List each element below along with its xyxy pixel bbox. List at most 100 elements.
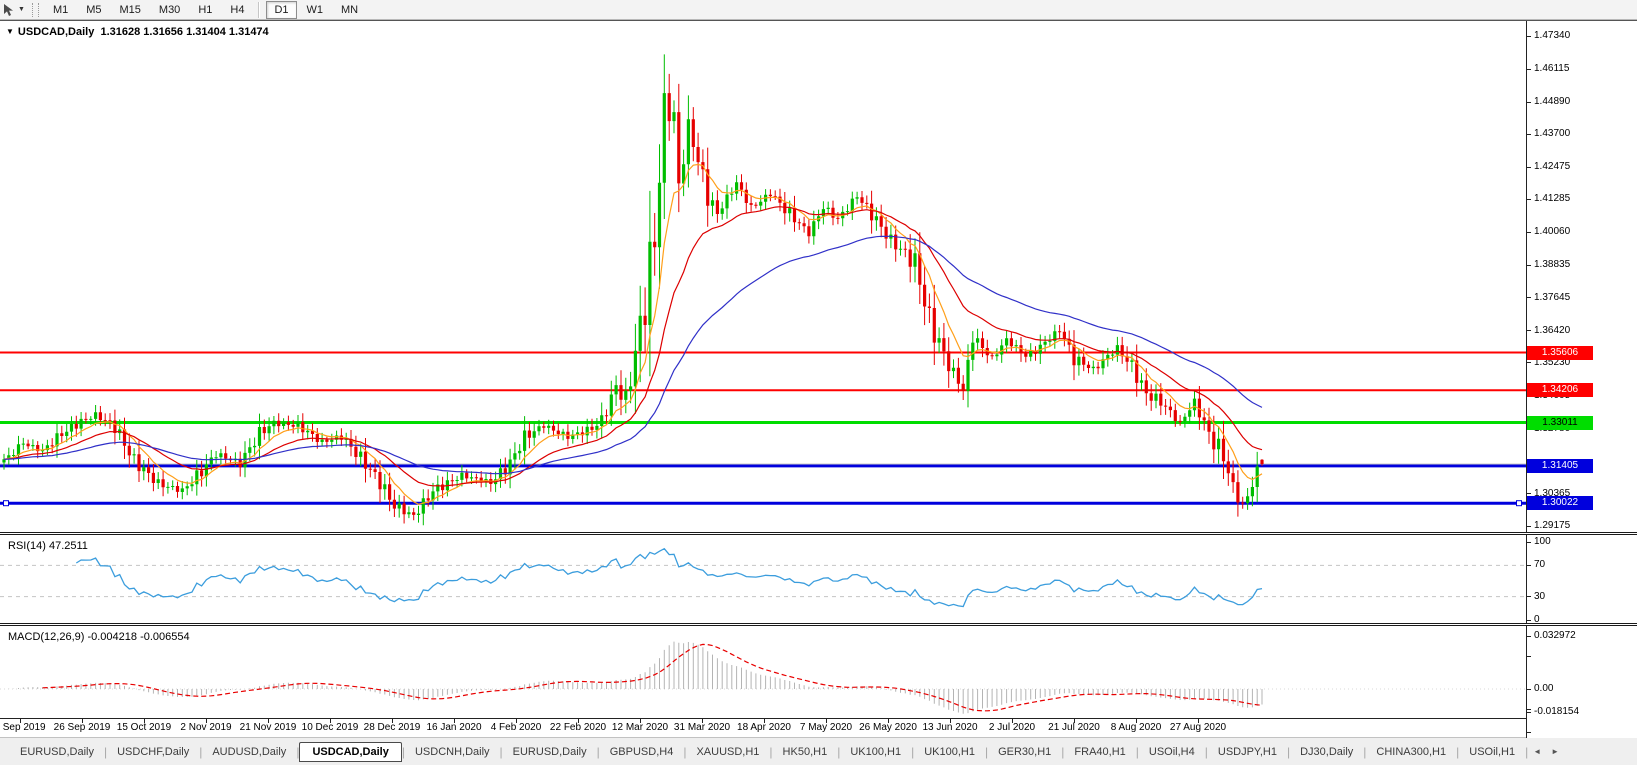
price-axis[interactable]: 1.47340 1.46115 1.44890 1.43700 1.42475 1.412… bbox=[1526, 21, 1637, 738]
scroll-tabs-left-icon[interactable]: ◄ bbox=[1528, 745, 1546, 758]
time-axis-label: 26 Sep 2019 bbox=[53, 722, 111, 733]
price-axis-label: 1.47340 bbox=[1534, 30, 1571, 41]
rsi-axis-label: 100 bbox=[1534, 536, 1551, 547]
time-axis-label: 15 Oct 2019 bbox=[116, 722, 172, 733]
timeframe-button-d1[interactable]: D1 bbox=[266, 0, 297, 19]
price-axis-label: 1.44890 bbox=[1534, 96, 1571, 108]
axis-tick bbox=[1527, 541, 1531, 543]
macd-axis-label: -0.018154 bbox=[1534, 706, 1580, 717]
chart-tab-usoil-h1[interactable]: USOil,H1 bbox=[1459, 743, 1525, 761]
time-axis-label: 21 Jul 2020 bbox=[1048, 722, 1100, 733]
line-handle[interactable] bbox=[1516, 500, 1522, 507]
moving-average-fast bbox=[3, 163, 1263, 505]
main-price-panel[interactable] bbox=[0, 23, 1526, 532]
axis-tick bbox=[1527, 362, 1531, 364]
time-axis-label: 4 Feb 2020 bbox=[490, 722, 542, 733]
chart-tab-fra40-h1[interactable]: FRA40,H1 bbox=[1064, 743, 1135, 761]
chart-tab-eurusd-daily[interactable]: EURUSD,Daily bbox=[10, 743, 104, 761]
chevron-down-icon: ▼ bbox=[18, 6, 25, 13]
chart-tab-eurusd-daily[interactable]: EURUSD,Daily bbox=[503, 743, 597, 761]
timeframe-button-mn[interactable]: MN bbox=[333, 1, 366, 19]
price-axis-label: 1.46115 bbox=[1534, 63, 1570, 74]
price-badge-1.31405: 1.31405 bbox=[1527, 458, 1593, 473]
macd-axis-label: 0.032972 bbox=[1534, 630, 1576, 641]
time-axis-label: 16 Jan 2020 bbox=[426, 722, 482, 733]
triangle-down-icon[interactable]: ▼ bbox=[6, 27, 14, 36]
chart-tab-dj30-daily[interactable]: DJ30,Daily bbox=[1290, 743, 1363, 761]
toolbar-separator bbox=[258, 1, 261, 18]
timeframe-button-m15[interactable]: M15 bbox=[112, 1, 149, 19]
time-axis-label: 2 Jul 2020 bbox=[988, 722, 1036, 733]
price-badge-1.30022: 1.30022 bbox=[1527, 496, 1593, 511]
chart-tab-xauusd-h1[interactable]: XAUUSD,H1 bbox=[686, 743, 769, 761]
axis-tick bbox=[1527, 68, 1531, 70]
macd-histogram bbox=[8, 641, 1263, 714]
timeframe-button-h1[interactable]: H1 bbox=[190, 1, 220, 19]
panel-separator[interactable] bbox=[0, 532, 1637, 535]
rsi-panel[interactable] bbox=[0, 535, 1526, 623]
axis-tick bbox=[1527, 731, 1531, 733]
macd-panel[interactable] bbox=[0, 626, 1526, 718]
time-axis-label: 28 Dec 2019 bbox=[363, 722, 421, 733]
axis-tick bbox=[1527, 166, 1531, 168]
axis-tick bbox=[1527, 133, 1531, 135]
axis-tick bbox=[1527, 619, 1531, 621]
chart-tab-usoil-h4[interactable]: USOil,H4 bbox=[1139, 743, 1205, 761]
price-axis-label: 1.38835 bbox=[1534, 259, 1571, 271]
price-axis-label: 1.36420 bbox=[1534, 324, 1571, 336]
chart-tab-uk100-h1[interactable]: UK100,H1 bbox=[840, 743, 911, 761]
rsi-axis-label: 70 bbox=[1534, 559, 1546, 571]
time-axis-label: 7 May 2020 bbox=[799, 722, 853, 733]
axis-tick bbox=[1527, 35, 1531, 37]
axis-tick bbox=[1527, 493, 1531, 495]
chart-tab-usdcnh-daily[interactable]: USDCNH,Daily bbox=[405, 743, 500, 761]
chart-tab-uk100-h1[interactable]: UK100,H1 bbox=[914, 743, 985, 761]
price-axis-label: 1.43700 bbox=[1534, 128, 1571, 140]
timeframe-button-m5[interactable]: M5 bbox=[78, 1, 109, 19]
chart-tab-china300-h1[interactable]: CHINA300,H1 bbox=[1366, 743, 1456, 761]
macd-axis-label: 0.00 bbox=[1534, 683, 1554, 694]
axis-tick bbox=[1527, 198, 1531, 200]
price-axis-label: 1.40060 bbox=[1534, 226, 1571, 238]
axis-tick bbox=[1527, 525, 1531, 527]
candlestick-series bbox=[2, 54, 1264, 526]
terminal-window: ▼ M1 M5 M15 M30 H1 H4 D1 W1 MN ▼ USDCAD,Daily 1.3… bbox=[0, 0, 1637, 765]
axis-tick bbox=[1527, 231, 1531, 233]
chart-tab-bar: EURUSD,Daily | USDCHF,Daily | AUDUSD,Daily | U… bbox=[0, 737, 1637, 765]
chart-ohlc-values: 1.31628 1.31656 1.31404 1.31474 bbox=[100, 26, 269, 38]
axis-tick bbox=[1527, 564, 1531, 566]
rsi-axis-label: 30 bbox=[1534, 590, 1546, 602]
axis-tick bbox=[1527, 297, 1531, 298]
chart-tab-usdcad-daily[interactable]: USDCAD,Daily bbox=[299, 741, 402, 762]
chart-tab-hk50-h1[interactable]: HK50,H1 bbox=[773, 743, 838, 761]
price-axis-label: 1.42475 bbox=[1534, 161, 1571, 173]
chart-window[interactable]: ▼ USDCAD,Daily 1.31628 1.31656 1.31404 1.… bbox=[0, 20, 1637, 738]
scroll-tabs-right-icon[interactable]: ► bbox=[1546, 745, 1564, 758]
timeframe-button-m1[interactable]: M1 bbox=[45, 1, 76, 19]
macd-indicator-label: MACD(12,26,9) -0.004218 -0.006554 bbox=[8, 631, 190, 643]
time-axis-label: 8 Aug 2020 bbox=[1110, 722, 1162, 733]
panel-separator[interactable] bbox=[0, 623, 1637, 626]
axis-tick bbox=[1527, 655, 1531, 657]
cursor-arrow-icon bbox=[4, 3, 13, 16]
chart-tab-audusd-daily[interactable]: AUDUSD,Daily bbox=[202, 743, 296, 761]
price-axis-label: 1.37645 bbox=[1534, 291, 1571, 303]
line-handle[interactable] bbox=[3, 500, 9, 507]
time-axis-label: 10 Dec 2019 bbox=[301, 722, 359, 733]
price-axis-label: 1.29175 bbox=[1534, 520, 1571, 531]
time-axis-label: 2 Nov 2019 bbox=[180, 722, 232, 733]
timeframe-button-w1[interactable]: W1 bbox=[299, 1, 332, 19]
chart-tab-usdchf-daily[interactable]: USDCHF,Daily bbox=[107, 743, 199, 761]
chart-symbol-label: USDCAD,Daily bbox=[17, 26, 95, 38]
chart-tab-usdjpy-h1[interactable]: USDJPY,H1 bbox=[1208, 743, 1287, 761]
time-axis-label: 13 Jun 2020 bbox=[922, 722, 978, 733]
time-axis-label: 7 Sep 2019 bbox=[0, 722, 46, 733]
timeframe-button-h4[interactable]: H4 bbox=[222, 1, 252, 19]
time-axis-label: 21 Nov 2019 bbox=[239, 722, 297, 733]
chart-tab-gbpusd-h4[interactable]: GBPUSD,H4 bbox=[600, 743, 684, 761]
chart-title: ▼ USDCAD,Daily 1.31628 1.31656 1.31404 1.… bbox=[6, 26, 269, 38]
toolbar-drag-grip[interactable] bbox=[31, 2, 39, 17]
timeframe-button-m30[interactable]: M30 bbox=[151, 1, 188, 19]
cursor-tool-button[interactable]: ▼ bbox=[0, 1, 29, 19]
chart-tab-ger30-h1[interactable]: GER30,H1 bbox=[988, 743, 1061, 761]
